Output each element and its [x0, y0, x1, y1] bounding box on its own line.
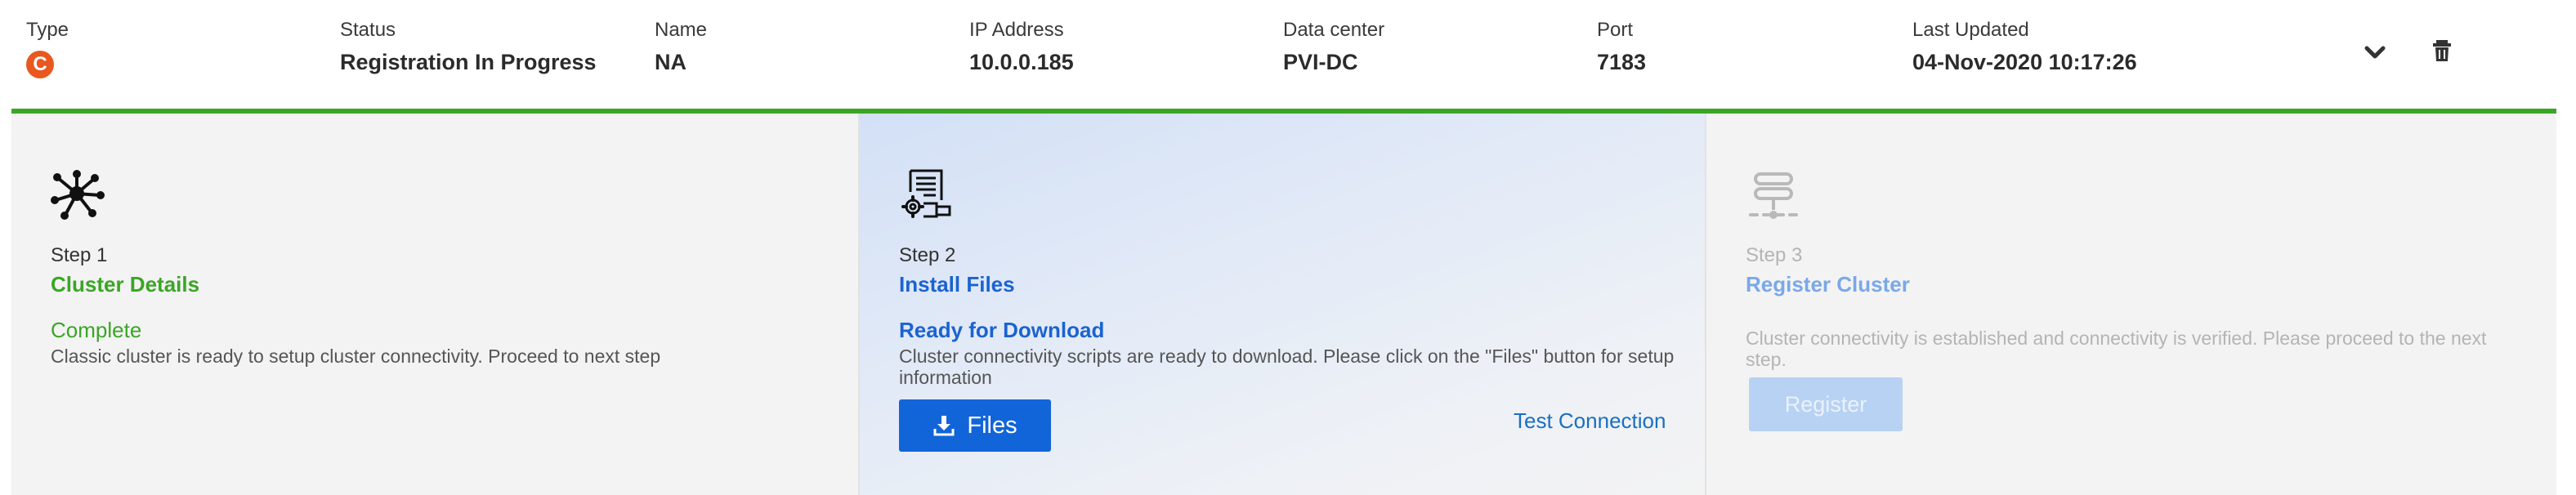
step-1-description: Classic cluster is ready to setup cluste… [51, 346, 661, 367]
files-button[interactable]: Files [899, 399, 1051, 452]
test-connection-link[interactable]: Test Connection [1514, 408, 1666, 434]
step-2-number: Step 2 [899, 244, 956, 266]
step-1-title: Cluster Details [51, 272, 200, 297]
step-3-number: Step 3 [1746, 244, 1803, 266]
cluster-type-icon: C [26, 51, 54, 78]
step-2-status: Ready for Download [899, 318, 1105, 342]
updated-label: Last Updated [1912, 19, 2029, 41]
step-3-card: Step 3 Register Cluster Cluster connecti… [1706, 114, 2556, 495]
datacenter-label: Data center [1283, 19, 1385, 41]
type-label: Type [26, 19, 69, 41]
cluster-header: Type C Status Registration In Progress N… [0, 0, 2576, 109]
ip-column: IP Address 10.0.0.185 [969, 18, 1074, 76]
trash-icon [2433, 40, 2451, 61]
register-button[interactable]: Register [1749, 377, 1903, 431]
step-3-title: Register Cluster [1746, 272, 1910, 297]
status-label: Status [340, 19, 396, 41]
hub-network-icon [51, 170, 105, 220]
updated-column: Last Updated 04-Nov-2020 10:17:26 [1912, 18, 2137, 76]
name-label: Name [655, 19, 708, 41]
files-button-label: Files [967, 412, 1017, 439]
expand-button[interactable] [2359, 36, 2391, 69]
download-icon [933, 416, 955, 436]
chevron-down-icon [2364, 46, 2386, 59]
steps-panel: Step 1 Cluster Details Complete Classic … [11, 114, 2556, 495]
ip-label: IP Address [969, 19, 1064, 41]
server-stack-icon [1749, 172, 1798, 219]
status-value: Registration In Progress [340, 50, 597, 74]
status-column: Status Registration In Progress [340, 18, 597, 76]
port-column: Port 7183 [1597, 18, 1646, 76]
ip-value: 10.0.0.185 [969, 50, 1074, 74]
install-files-icon [901, 169, 951, 218]
step-1-card: Step 1 Cluster Details Complete Classic … [11, 114, 858, 495]
datacenter-column: Data center PVI-DC [1283, 18, 1384, 76]
step-2-description: Cluster connectivity scripts are ready t… [899, 346, 1675, 388]
port-value: 7183 [1597, 50, 1647, 74]
port-label: Port [1597, 19, 1634, 41]
datacenter-value: PVI-DC [1283, 50, 1358, 74]
name-value: NA [655, 50, 686, 74]
register-button-label: Register [1784, 391, 1867, 417]
name-column: Name NA [655, 18, 707, 76]
step-3-description: Cluster connectivity is established and … [1746, 328, 2487, 370]
updated-value: 04-Nov-2020 10:17:26 [1912, 50, 2137, 74]
step-1-number: Step 1 [51, 244, 108, 266]
type-column: Type C [26, 18, 69, 82]
step-2-title: Install Files [899, 272, 1015, 297]
delete-button[interactable] [2429, 36, 2462, 69]
step-1-status: Complete [51, 318, 142, 342]
